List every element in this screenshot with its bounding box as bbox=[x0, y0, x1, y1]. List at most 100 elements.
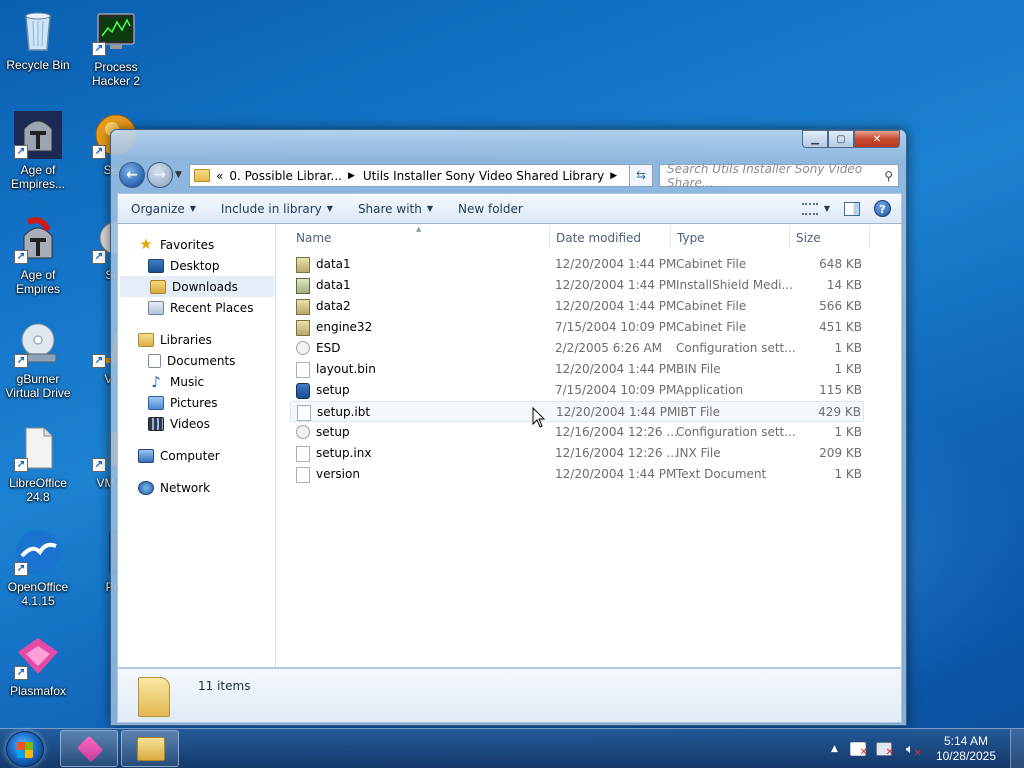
nav-favorites[interactable]: ★ Favorites bbox=[118, 234, 275, 255]
file-row[interactable]: ESD 2/2/2005 6:26 AM Configuration sett...… bbox=[290, 338, 864, 359]
nav-downloads[interactable]: Downloads bbox=[120, 276, 274, 297]
desktop-icon-plasmafox[interactable]: ↗ Plasmafox bbox=[0, 632, 76, 698]
file-row[interactable]: data1 12/20/2004 1:44 PM InstallShield Med… bbox=[290, 275, 864, 296]
network-status-icon[interactable]: ✕ bbox=[875, 742, 894, 758]
shortcut-arrow-icon: ↗ bbox=[14, 458, 28, 472]
file-row-hovered[interactable]: setup.ibt 12/20/2004 1:44 PM IBT File 429 K… bbox=[290, 401, 864, 422]
sort-arrow-icon: ▲ bbox=[416, 225, 422, 233]
file-name: layout.bin bbox=[316, 362, 376, 376]
desktop-icon-openoffice[interactable]: ↗ OpenOffice 4.1.15 bbox=[0, 528, 76, 608]
column-divider[interactable] bbox=[670, 226, 671, 248]
nav-label: Documents bbox=[167, 353, 236, 368]
desktop-icon-process-hacker[interactable]: ↗ Process Hacker 2 bbox=[78, 8, 154, 88]
shortcut-arrow-icon: ↗ bbox=[92, 42, 106, 56]
file-row[interactable]: setup 12/16/2004 12:26 ... Configuration s… bbox=[290, 422, 864, 443]
nav-desktop[interactable]: Desktop bbox=[118, 255, 275, 276]
back-button[interactable]: ← bbox=[119, 162, 145, 188]
column-header-date[interactable]: Date modified bbox=[556, 231, 641, 245]
nav-computer[interactable]: Computer bbox=[118, 445, 275, 466]
share-with-menu[interactable]: Share with ▼ bbox=[345, 202, 445, 216]
organize-menu[interactable]: Organize ▼ bbox=[118, 202, 208, 216]
desktop-icon-libreoffice[interactable]: ↗ LibreOffice 24.8 bbox=[0, 424, 76, 504]
nav-music[interactable]: ♪ Music bbox=[118, 371, 275, 392]
search-box[interactable]: Search Utils Installer Sony Video Share.… bbox=[659, 162, 899, 190]
blank-file-icon bbox=[296, 467, 310, 483]
process-hacker-icon: ↗ bbox=[92, 8, 140, 56]
file-size: 1 KB bbox=[834, 362, 862, 376]
desktop-icon-recycle-bin[interactable]: Recycle Bin bbox=[0, 6, 76, 72]
desktop-icon-age-of-empires-2[interactable]: ↗ Age of Empires... bbox=[0, 111, 76, 191]
breadcrumb-segment[interactable]: 0. Possible Librar... bbox=[229, 169, 342, 183]
refresh-button[interactable]: ⇆ bbox=[629, 164, 653, 187]
new-folder-button[interactable]: New folder bbox=[445, 202, 535, 216]
forward-button[interactable]: → bbox=[147, 162, 173, 188]
column-divider[interactable] bbox=[549, 226, 550, 248]
column-divider[interactable] bbox=[869, 226, 870, 248]
file-date: 7/15/2004 10:09 PM bbox=[555, 383, 677, 397]
plasmafox-icon: ↗ bbox=[14, 632, 62, 680]
file-type: Cabinet File bbox=[676, 320, 747, 334]
column-header-type[interactable]: Type bbox=[677, 231, 705, 245]
openoffice-gull-icon: ↗ bbox=[14, 528, 62, 576]
column-divider[interactable] bbox=[789, 226, 790, 248]
file-row[interactable]: setup 7/15/2004 10:09 PM Application 115 KB bbox=[290, 380, 864, 401]
taskbar-plasmafox-button[interactable] bbox=[60, 730, 118, 767]
file-type: Cabinet File bbox=[676, 299, 747, 313]
show-hidden-icons-icon[interactable]: ▲ bbox=[831, 744, 838, 754]
nav-recent-places[interactable]: Recent Places bbox=[118, 297, 275, 318]
file-name: setup bbox=[316, 425, 350, 439]
search-icon[interactable]: ⚲ bbox=[884, 169, 893, 183]
nav-documents[interactable]: Documents bbox=[118, 350, 275, 371]
address-overflow[interactable]: « bbox=[216, 169, 223, 183]
taskbar-explorer-button[interactable] bbox=[121, 730, 179, 767]
nav-label: Recent Places bbox=[170, 300, 254, 315]
file-date: 12/16/2004 12:26 ... bbox=[555, 446, 678, 460]
explorer-window[interactable]: ▁ ▢ ✕ ← → ▼ « 0. Possible Librar... ▶ Ut… bbox=[110, 129, 907, 726]
change-view-icon[interactable] bbox=[801, 202, 818, 215]
breadcrumb-chevron-icon[interactable]: ▶ bbox=[348, 171, 355, 181]
show-desktop-button[interactable] bbox=[1010, 729, 1024, 768]
nav-videos[interactable]: Videos bbox=[118, 413, 275, 434]
file-row[interactable]: data2 12/20/2004 1:44 PM Cabinet File 566 K… bbox=[290, 296, 864, 317]
nav-network[interactable]: Network bbox=[118, 477, 275, 498]
maximize-button[interactable]: ▢ bbox=[828, 130, 854, 148]
breadcrumb-segment[interactable]: Utils Installer Sony Video Shared Librar… bbox=[363, 169, 604, 183]
file-type: InstallShield Medi... bbox=[676, 278, 793, 292]
breadcrumb-chevron-icon[interactable]: ▶ bbox=[610, 171, 617, 181]
folder-icon bbox=[194, 169, 210, 182]
file-row[interactable]: layout.bin 12/20/2004 1:44 PM BIN File 1 KB bbox=[290, 359, 864, 380]
address-bar[interactable]: « 0. Possible Librar... ▶ Utils Installe… bbox=[189, 164, 653, 187]
file-row[interactable]: data1 12/20/2004 1:44 PM Cabinet File 648 K… bbox=[290, 254, 864, 275]
clock[interactable]: 5:14 AM 10/28/2025 bbox=[936, 734, 996, 764]
start-button[interactable] bbox=[6, 731, 44, 767]
search-input[interactable]: Search Utils Installer Sony Video Share.… bbox=[667, 162, 898, 190]
file-name: data2 bbox=[316, 299, 351, 313]
nav-pictures[interactable]: Pictures bbox=[118, 392, 275, 413]
column-header-name[interactable]: Name bbox=[296, 231, 331, 245]
file-row[interactable]: version 12/20/2004 1:44 PM Text Document 1 … bbox=[290, 464, 864, 485]
file-type: IBT File bbox=[677, 405, 720, 419]
close-button[interactable]: ✕ bbox=[854, 130, 900, 148]
view-options-dropdown-icon[interactable]: ▼ bbox=[824, 204, 830, 213]
nav-label: Music bbox=[170, 374, 205, 389]
file-row[interactable]: engine32 7/15/2004 10:09 PM Cabinet File 45… bbox=[290, 317, 864, 338]
volume-muted-icon[interactable]: 🔈︎ ✕ bbox=[902, 742, 922, 759]
desktop-icon-gburner[interactable]: ↗ gBurner Virtual Drive bbox=[0, 320, 76, 400]
file-row[interactable]: setup.inx 12/16/2004 12:26 ... INX File 209… bbox=[290, 443, 864, 464]
action-center-flag-icon[interactable]: ✕ bbox=[849, 742, 868, 758]
recent-pages-dropdown[interactable]: ▼ bbox=[175, 170, 182, 180]
preview-pane-icon[interactable] bbox=[844, 201, 860, 216]
file-date: 12/20/2004 1:44 PM bbox=[555, 362, 677, 376]
clock-date: 10/28/2025 bbox=[935, 749, 996, 763]
include-in-library-menu[interactable]: Include in library ▼ bbox=[208, 202, 345, 216]
column-header-size[interactable]: Size bbox=[796, 231, 821, 245]
desktop-icon-age-of-empires[interactable]: ↗ Age of Empires bbox=[0, 216, 76, 296]
minimize-button[interactable]: ▁ bbox=[802, 130, 828, 148]
nav-libraries[interactable]: Libraries bbox=[118, 329, 275, 350]
desktop-icon bbox=[148, 258, 164, 273]
file-date: 12/20/2004 1:44 PM bbox=[555, 467, 677, 481]
chevron-down-icon: ▼ bbox=[426, 204, 433, 213]
help-icon[interactable]: ? bbox=[874, 200, 891, 217]
navigation-bar: ← → ▼ « 0. Possible Librar... ▶ Utils In… bbox=[119, 162, 899, 190]
file-size: 1 KB bbox=[834, 467, 862, 481]
